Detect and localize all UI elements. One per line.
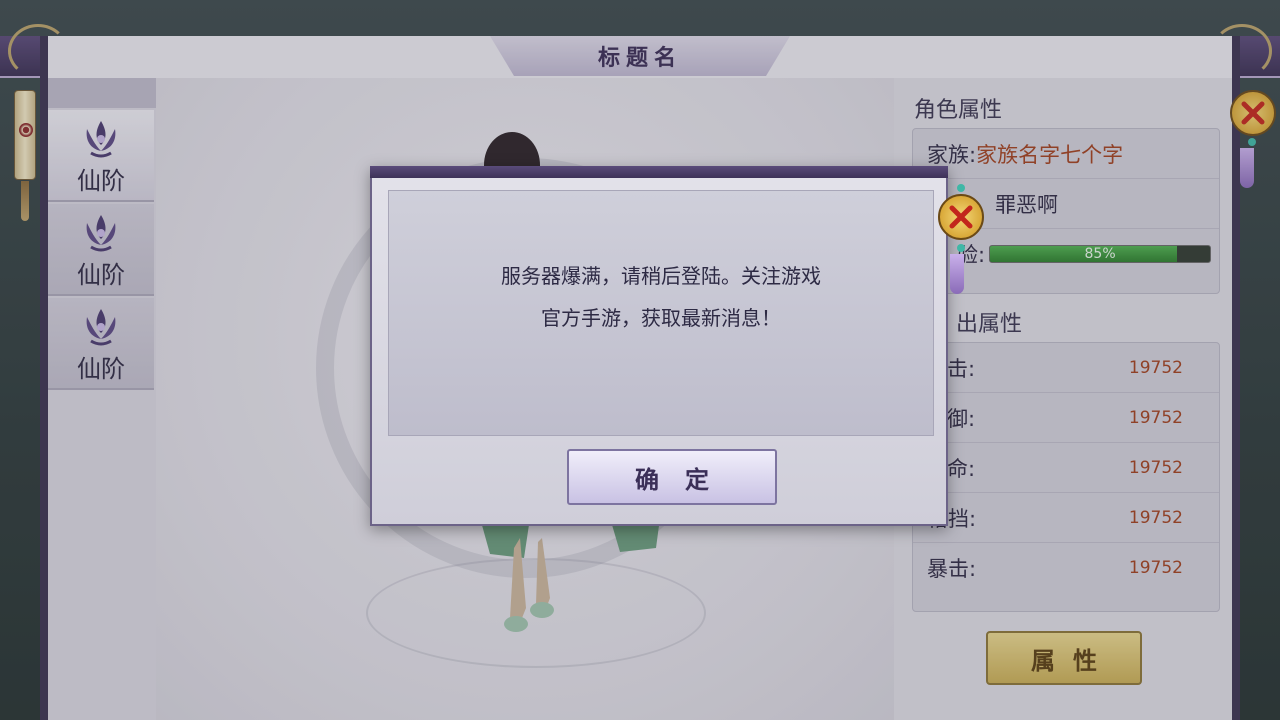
bead-ornament — [957, 184, 965, 192]
dialog-message-line-1: 服务器爆满，请稍后登陆。关注游戏 — [501, 264, 821, 288]
dialog-message-box: 服务器爆满，请稍后登陆。关注游戏 官方手游，获取最新消息！ — [388, 190, 934, 436]
dialog-top-bar — [370, 166, 948, 178]
dialog-close-button[interactable] — [938, 194, 984, 240]
bead-ornament — [957, 244, 965, 252]
close-x-icon — [949, 205, 973, 229]
dialog-message: 服务器爆满，请稍后登陆。关注游戏 官方手游，获取最新消息！ — [389, 255, 933, 339]
tassel-ornament — [950, 254, 964, 294]
server-full-dialog: 服务器爆满，请稍后登陆。关注游戏 官方手游，获取最新消息！ 确定 — [370, 166, 948, 526]
dialog-message-line-2: 官方手游，获取最新消息！ — [541, 306, 781, 330]
confirm-button[interactable]: 确定 — [567, 449, 777, 505]
